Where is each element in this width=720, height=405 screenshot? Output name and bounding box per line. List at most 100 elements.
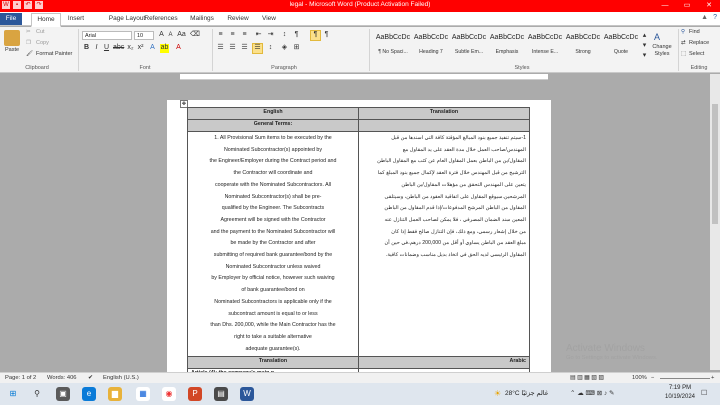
vertical-scrollbar[interactable] [710,74,720,370]
style-tile[interactable]: AaBbCcDc Intense E... [526,32,564,62]
increase-indent-icon[interactable]: ⇥ [266,31,275,40]
chrome-icon[interactable]: ◉ [162,387,176,401]
language[interactable]: English (U.S.) [103,375,139,381]
zoom-level[interactable]: 100% [632,375,647,381]
copy-button[interactable]: Copy [36,40,49,46]
page-count[interactable]: Page: 1 of 2 [5,375,36,381]
cut-icon[interactable]: ✂ [26,29,31,35]
zoom-in-icon[interactable]: + [711,375,714,381]
tab-home[interactable]: Home [31,13,61,27]
gallery-up-icon[interactable]: ▴ [640,32,649,41]
weather-text[interactable]: 28°C غالم جزئيًا [505,389,548,397]
replace-button[interactable]: Replace [689,40,709,46]
multilevel-list-icon[interactable]: ≡ [240,31,249,40]
underline-icon[interactable]: U [102,44,111,53]
tab-page-layout[interactable]: Page Layout [107,13,147,25]
font-name-select[interactable]: Arial [82,31,132,40]
tab-references[interactable]: References [143,13,179,25]
zoom-out-icon[interactable]: − [651,375,654,381]
sort-icon[interactable]: ↕ [280,31,289,40]
find-button[interactable]: Find [689,29,700,35]
subscript-icon[interactable]: x₂ [126,44,135,53]
font-size-select[interactable]: 10 [134,31,154,40]
borders-icon[interactable]: ⊞ [292,44,301,53]
change-case-icon[interactable]: Aa [177,31,186,40]
tab-file[interactable]: File [0,13,22,25]
clock-time[interactable]: 7:19 PM [663,385,697,391]
highlight-icon[interactable]: ab [160,44,169,53]
powerpoint-icon[interactable]: P [188,387,202,401]
style-tile[interactable]: AaBbCcDc ¶ No Spaci... [374,32,412,62]
bullets-icon[interactable]: ≡ [216,31,225,40]
style-tile[interactable]: AaBbCcDc Quote [602,32,640,62]
translation-table[interactable]: English Translation General Terms: 1. Al… [187,107,530,379]
style-tile[interactable]: AaBbCcDc Emphasis [488,32,526,62]
english-text-cell[interactable]: 1. All Provisional Sum items to be execu… [187,130,359,358]
proofing-icon[interactable]: ✔ [88,375,93,381]
help-icon[interactable]: ? [713,14,717,21]
notifications-icon[interactable]: ☐ [701,389,707,397]
minimize-icon[interactable]: — [654,0,676,12]
style-tile[interactable]: AaBbCcDc Subtle Em... [450,32,488,62]
word-taskbar-icon[interactable]: W [240,387,254,401]
document-page[interactable]: ✥ English Translation General Terms: 1. … [167,100,551,379]
gallery-down-icon[interactable]: ▾ [640,42,649,51]
align-right-icon[interactable]: ☰ [240,44,249,53]
format-painter-button[interactable]: Format Painter [36,51,72,57]
change-styles-icon[interactable]: A [654,32,660,42]
select-icon[interactable]: ⬚ [681,51,686,57]
font-color-icon[interactable]: A [174,44,183,53]
italic-icon[interactable]: I [92,44,101,53]
strikethrough-icon[interactable]: abc [113,44,124,53]
paste-button[interactable]: Paste [5,47,19,53]
arabic-text-cell[interactable]: 1-سيتم تنفيذ جميع بنود المبالغ المؤقتة ك… [358,130,530,358]
decrease-indent-icon[interactable]: ⇤ [254,31,263,40]
tab-insert[interactable]: Insert [64,13,88,25]
tab-view[interactable]: View [259,13,279,25]
change-styles-button[interactable]: Change Styles [650,44,674,58]
gallery-more-icon[interactable]: ▾ [640,52,649,61]
tray-icons[interactable]: ⌃ ☁ ⌨ ⊠ ♪ ✎ [570,389,615,397]
start-icon[interactable]: ⊞ [6,387,20,401]
paste-icon[interactable] [4,30,20,46]
superscript-icon[interactable]: x² [136,44,145,53]
rtl-direction-icon[interactable]: ¶ [322,31,331,40]
shading-icon[interactable]: ◈ [280,44,289,53]
view-buttons-icon[interactable]: ▤ ▥ ▦ ▧ ▨ [570,375,604,381]
copy-icon[interactable]: ❐ [26,40,31,46]
select-button[interactable]: Select [689,51,704,57]
text-effects-icon[interactable]: A [148,44,157,53]
replace-icon[interactable]: ⇄ [681,40,686,46]
close-icon[interactable]: ✕ [698,0,720,12]
format-painter-icon[interactable]: 🖌 [26,51,33,57]
cut-button[interactable]: Cut [36,29,45,35]
show-marks-icon[interactable]: ¶ [292,31,301,40]
clock-date[interactable]: 10/19/2024 [663,394,697,400]
store-icon[interactable]: ▦ [136,387,150,401]
zoom-slider[interactable] [660,378,710,379]
app-icon[interactable]: ▤ [214,387,228,401]
align-left-icon[interactable]: ☰ [216,44,225,53]
ltr-direction-icon[interactable]: ¶ [310,30,321,41]
weather-icon[interactable]: ☀ [494,389,501,398]
justify-icon[interactable]: ☰ [252,43,263,54]
tab-review[interactable]: Review [225,13,251,25]
style-tile[interactable]: AaBbCcDc Strong [564,32,602,62]
style-tile[interactable]: AaBbCcDc Heading 7 [412,32,450,62]
find-icon[interactable]: ⚲ [681,29,685,35]
align-center-icon[interactable]: ☰ [228,44,237,53]
tab-mailings[interactable]: Mailings [187,13,217,25]
shrink-font-icon[interactable]: A [166,31,175,40]
clear-formatting-icon[interactable]: ⌫ [190,31,200,40]
task-view-icon[interactable]: ▣ [56,387,70,401]
horizontal-ruler[interactable] [180,74,548,80]
scrollbar-thumb[interactable] [712,104,718,224]
word-count[interactable]: Words: 406 [47,375,77,381]
file-explorer-icon[interactable]: ▆ [108,387,122,401]
bold-icon[interactable]: B [82,44,91,53]
collapse-ribbon-icon[interactable]: ▲ [701,14,708,21]
maximize-icon[interactable]: ▭ [676,0,698,12]
search-icon[interactable]: ⚲ [30,387,44,401]
line-spacing-icon[interactable]: ↕ [266,44,275,53]
edge-icon[interactable]: e [82,387,96,401]
